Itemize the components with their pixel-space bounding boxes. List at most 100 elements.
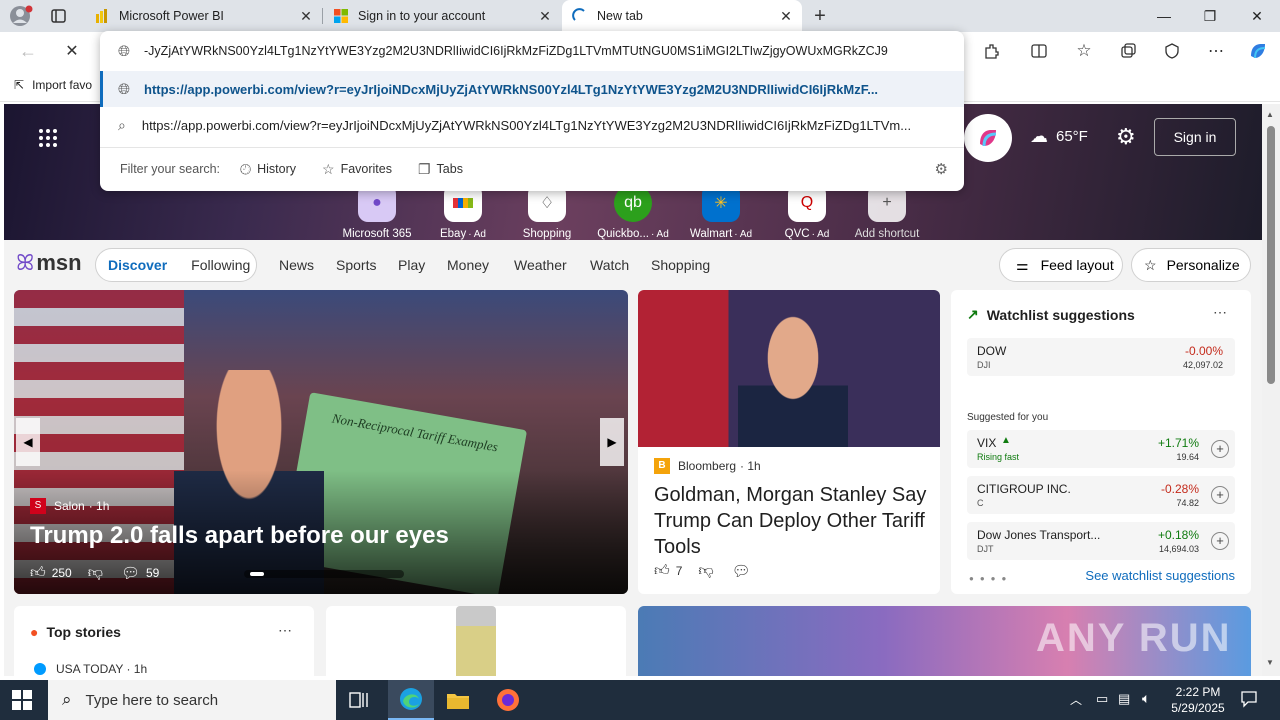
nav-shopping[interactable]: Shopping bbox=[651, 257, 710, 273]
edge-taskbar-icon[interactable] bbox=[388, 680, 434, 720]
tab-actions-icon[interactable] bbox=[50, 8, 68, 24]
add-to-watchlist-button[interactable]: + bbox=[1211, 440, 1229, 458]
copilot-icon[interactable] bbox=[1242, 35, 1274, 67]
globe-icon: 🌐︎ bbox=[118, 80, 131, 98]
filter-favorites-button[interactable]: ☆ Favorites bbox=[322, 161, 392, 178]
tab-following[interactable]: Following bbox=[191, 257, 250, 273]
nav-watch[interactable]: Watch bbox=[590, 257, 629, 273]
wifi-icon[interactable]: ▤ bbox=[1118, 691, 1130, 707]
network-icon[interactable]: ▭ bbox=[1096, 691, 1108, 707]
watchlist-row-dow[interactable]: DOW DJI -0.00% 42,097.02 bbox=[967, 338, 1235, 376]
windows-taskbar: ⌕ Type here to search ︿ ▭ ▤ 🔈︎ 2:22 PM 5… bbox=[0, 680, 1280, 720]
nav-sports[interactable]: Sports bbox=[336, 257, 376, 273]
copilot-button[interactable] bbox=[964, 114, 1012, 162]
comment-icon[interactable]: 💬︎ bbox=[121, 564, 140, 582]
split-screen-icon[interactable] bbox=[1023, 35, 1055, 67]
nav-money[interactable]: Money bbox=[447, 257, 489, 273]
carousel-prev-button[interactable]: ◀ bbox=[16, 418, 40, 466]
stop-loading-button[interactable]: ✕ bbox=[56, 35, 88, 67]
feed-layout-button[interactable]: ⚌ Feed layout bbox=[999, 248, 1123, 282]
more-options-icon[interactable]: ⋯ bbox=[1213, 304, 1227, 321]
task-view-icon[interactable] bbox=[348, 690, 370, 710]
product-ad-card[interactable] bbox=[326, 606, 626, 676]
tray-overflow-icon[interactable]: ︿ bbox=[1070, 691, 1082, 708]
nav-news[interactable]: News bbox=[279, 257, 314, 273]
close-window-button[interactable]: ✕ bbox=[1234, 0, 1280, 32]
like-icon[interactable]: 👍︎ bbox=[30, 564, 46, 582]
browser-essentials-icon[interactable] bbox=[1156, 35, 1188, 67]
more-options-icon[interactable]: ⋯ bbox=[278, 622, 292, 639]
collections-icon[interactable] bbox=[1112, 35, 1144, 67]
filter-tabs-button[interactable]: ❐ Tabs bbox=[418, 161, 463, 178]
scrollbar-thumb[interactable] bbox=[1267, 126, 1275, 384]
watchlist-row-vix[interactable]: VIX ▲ Rising fast +1.71% 19.64 + bbox=[967, 430, 1235, 468]
msn-butterfly-icon: ꕤ bbox=[16, 250, 35, 275]
shortcut-microsoft365[interactable]: ● Microsoft 365 bbox=[332, 184, 422, 240]
apps-grid-icon[interactable] bbox=[38, 128, 58, 148]
flame-icon: ● bbox=[30, 624, 39, 640]
hero-story-card[interactable]: Non-Reciprocal Tariff Examples ◀ ▶ S Sal… bbox=[14, 290, 628, 594]
page-scrollbar[interactable]: ▲ ▼ bbox=[1262, 104, 1280, 676]
microsoft-logo-icon bbox=[333, 8, 349, 24]
tab-newtab[interactable]: New tab ✕ bbox=[562, 0, 802, 32]
firefox-icon[interactable] bbox=[496, 688, 520, 712]
comment-icon[interactable]: 💬︎ bbox=[732, 562, 751, 580]
signin-button[interactable]: Sign in bbox=[1154, 118, 1236, 156]
profile-avatar[interactable] bbox=[8, 4, 34, 28]
restore-button[interactable]: ❐ bbox=[1187, 0, 1233, 32]
add-to-watchlist-button[interactable]: + bbox=[1211, 486, 1229, 504]
shortcut-walmart[interactable]: ✳ Walmart · Ad bbox=[676, 184, 766, 240]
nav-play[interactable]: Play bbox=[398, 257, 425, 273]
file-explorer-icon[interactable] bbox=[446, 690, 470, 710]
import-icon: ⇱ bbox=[14, 78, 25, 92]
shortcut-quickbooks[interactable]: qb Quickbo... · Ad bbox=[588, 184, 678, 240]
extensions-icon[interactable] bbox=[975, 35, 1007, 67]
close-tab-icon[interactable]: ✕ bbox=[778, 8, 794, 24]
start-button[interactable] bbox=[12, 690, 32, 710]
taskbar-search[interactable]: ⌕ Type here to search bbox=[48, 680, 336, 720]
hero-headline[interactable]: Trump 2.0 falls apart before our eyes bbox=[30, 522, 449, 550]
dislike-icon[interactable]: 👎︎ bbox=[88, 564, 103, 582]
shortcut-qvc[interactable]: Q QVC · Ad bbox=[762, 184, 852, 240]
close-tab-icon[interactable]: ✕ bbox=[537, 8, 553, 24]
shortcut-ebay[interactable]: Ebay · Ad bbox=[418, 184, 508, 240]
more-options-icon[interactable]: ⋯ bbox=[1200, 35, 1232, 67]
dislike-icon[interactable]: 👎︎ bbox=[698, 562, 713, 580]
msn-logo[interactable]: ꕤ msn bbox=[16, 250, 82, 276]
personalize-button[interactable]: ☆ Personalize bbox=[1131, 248, 1251, 282]
favorites-star-icon[interactable]: ☆ bbox=[1068, 35, 1100, 67]
filter-history-button[interactable]: 🕘︎ History bbox=[240, 161, 296, 178]
tab-powerbi[interactable]: Microsoft Power BI ✕ bbox=[84, 0, 322, 32]
add-shortcut-button[interactable]: + Add shortcut bbox=[842, 184, 932, 240]
tab-discover[interactable]: Discover bbox=[108, 257, 167, 273]
watchlist-row-djt[interactable]: Dow Jones Transport... DJT +0.18% 14,694… bbox=[967, 522, 1235, 560]
like-icon[interactable]: 👍︎ bbox=[654, 562, 670, 580]
story-source: S Salon · 1h bbox=[30, 498, 109, 514]
shortcut-shopping[interactable]: ♢ Shopping bbox=[502, 184, 592, 240]
suggestion-row-2[interactable]: ⌕ https://app.powerbi.com/view?r=eyJrIjo… bbox=[100, 107, 964, 143]
side-story-card[interactable]: B Bloomberg · 1h Goldman, Morgan Stanley … bbox=[638, 290, 940, 594]
clock[interactable]: 2:22 PM 5/29/2025 bbox=[1160, 684, 1236, 716]
weather-widget[interactable]: ☁ 65°F bbox=[1030, 126, 1088, 147]
address-input[interactable]: 🌐︎ -JyZjAtYWRkNS00Yzl4LTg1NzYtYWE3Yzg2M2… bbox=[100, 31, 964, 71]
carousel-next-button[interactable]: ▶ bbox=[600, 418, 624, 466]
notifications-icon[interactable] bbox=[1240, 690, 1258, 708]
new-tab-button[interactable]: + bbox=[808, 4, 832, 28]
nav-weather[interactable]: Weather bbox=[514, 257, 567, 273]
salon-logo-icon: S bbox=[30, 498, 46, 514]
volume-icon[interactable]: 🔈︎ bbox=[1142, 690, 1150, 707]
see-watchlist-link[interactable]: See watchlist suggestions bbox=[1085, 568, 1235, 583]
suggestion-row-1[interactable]: 🌐︎ https://app.powerbi.com/view?r=eyJrIj… bbox=[100, 71, 964, 107]
side-headline[interactable]: Goldman, Morgan Stanley Say Trump Can De… bbox=[654, 482, 930, 560]
page-settings-icon[interactable]: ⚙ bbox=[1116, 124, 1136, 150]
watchlist-row-citigroup[interactable]: CITIGROUP INC. C -0.28% 74.82 + bbox=[967, 476, 1235, 514]
settings-gear-icon[interactable]: ⚙ bbox=[935, 160, 948, 178]
tab-signin[interactable]: Sign in to your account ✕ bbox=[323, 0, 561, 32]
feature-image-card[interactable]: ANY RUN bbox=[638, 606, 1251, 676]
close-tab-icon[interactable]: ✕ bbox=[298, 8, 314, 24]
globe-icon: 🌐︎ bbox=[118, 42, 131, 60]
back-button[interactable]: ← bbox=[12, 35, 44, 67]
import-favorites-link[interactable]: ⇱ Import favo bbox=[14, 78, 92, 92]
minimize-button[interactable]: — bbox=[1141, 0, 1187, 32]
add-to-watchlist-button[interactable]: + bbox=[1211, 532, 1229, 550]
